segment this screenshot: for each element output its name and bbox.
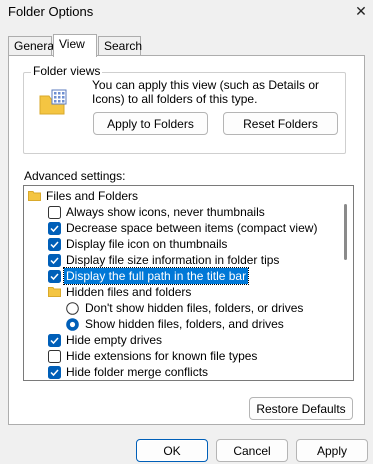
tab-general[interactable]: General [8,36,57,56]
list-item-label: Display file icon on thumbnails [66,237,228,251]
list-item-label: Always show icons, never thumbnails [66,205,265,219]
folder-views-label: Folder views [31,64,103,78]
folder-view-icon [39,89,67,115]
checkbox-checked-icon[interactable] [48,222,61,235]
advanced-settings-list[interactable]: Files and Folders Always show icons, nev… [23,185,354,381]
window-title: Folder Options [8,4,94,19]
checkbox-checked-icon[interactable] [48,238,61,251]
list-item-label: Show hidden files, folders, and drives [85,317,284,331]
restore-defaults-button[interactable]: Restore Defaults [249,397,353,420]
list-item-label: Hide extensions for known file types [66,349,258,363]
checkbox-unchecked-icon[interactable] [48,350,61,363]
checkbox-unchecked-icon[interactable] [48,206,61,219]
tab-search[interactable]: Search [98,36,142,56]
close-icon[interactable]: ✕ [352,2,370,20]
list-item-label: Hide folder merge conflicts [66,365,209,379]
checkbox-checked-icon[interactable] [48,254,61,267]
list-item-label-selected: Display the full path in the title bar [62,267,250,285]
list-item-label: Hide empty drives [66,333,163,347]
title-bar: Folder Options ✕ [0,0,373,30]
list-item-label: Decrease space between items (compact vi… [66,221,318,235]
list-item-label: Don't show hidden files, folders, or dri… [85,301,304,315]
reset-folders-button[interactable]: Reset Folders [223,112,338,135]
list-scrollbar[interactable] [341,186,351,380]
list-item-label: Files and Folders [46,189,139,203]
list-item-label: Hidden files and folders [66,285,192,299]
list-item-label: Display file size information in folder … [66,253,280,267]
folder-views-description: You can apply this view (such as Details… [92,78,320,106]
apply-to-folders-button[interactable]: Apply to Folders [93,112,208,135]
checkbox-checked-icon[interactable] [48,366,61,379]
folder-icon [48,287,61,297]
checkbox-checked-icon[interactable] [48,334,61,347]
cancel-button[interactable]: Cancel [216,439,288,462]
advanced-settings-label: Advanced settings: [24,169,126,183]
checkbox-checked-icon[interactable] [48,270,61,283]
radio-unselected-icon[interactable] [66,302,79,315]
scrollbar-thumb[interactable] [344,204,347,260]
folder-icon [28,191,41,201]
apply-button[interactable]: Apply [296,439,368,462]
ok-button[interactable]: OK [136,439,208,462]
tab-view[interactable]: View [53,34,97,57]
radio-selected-icon[interactable] [66,318,79,331]
